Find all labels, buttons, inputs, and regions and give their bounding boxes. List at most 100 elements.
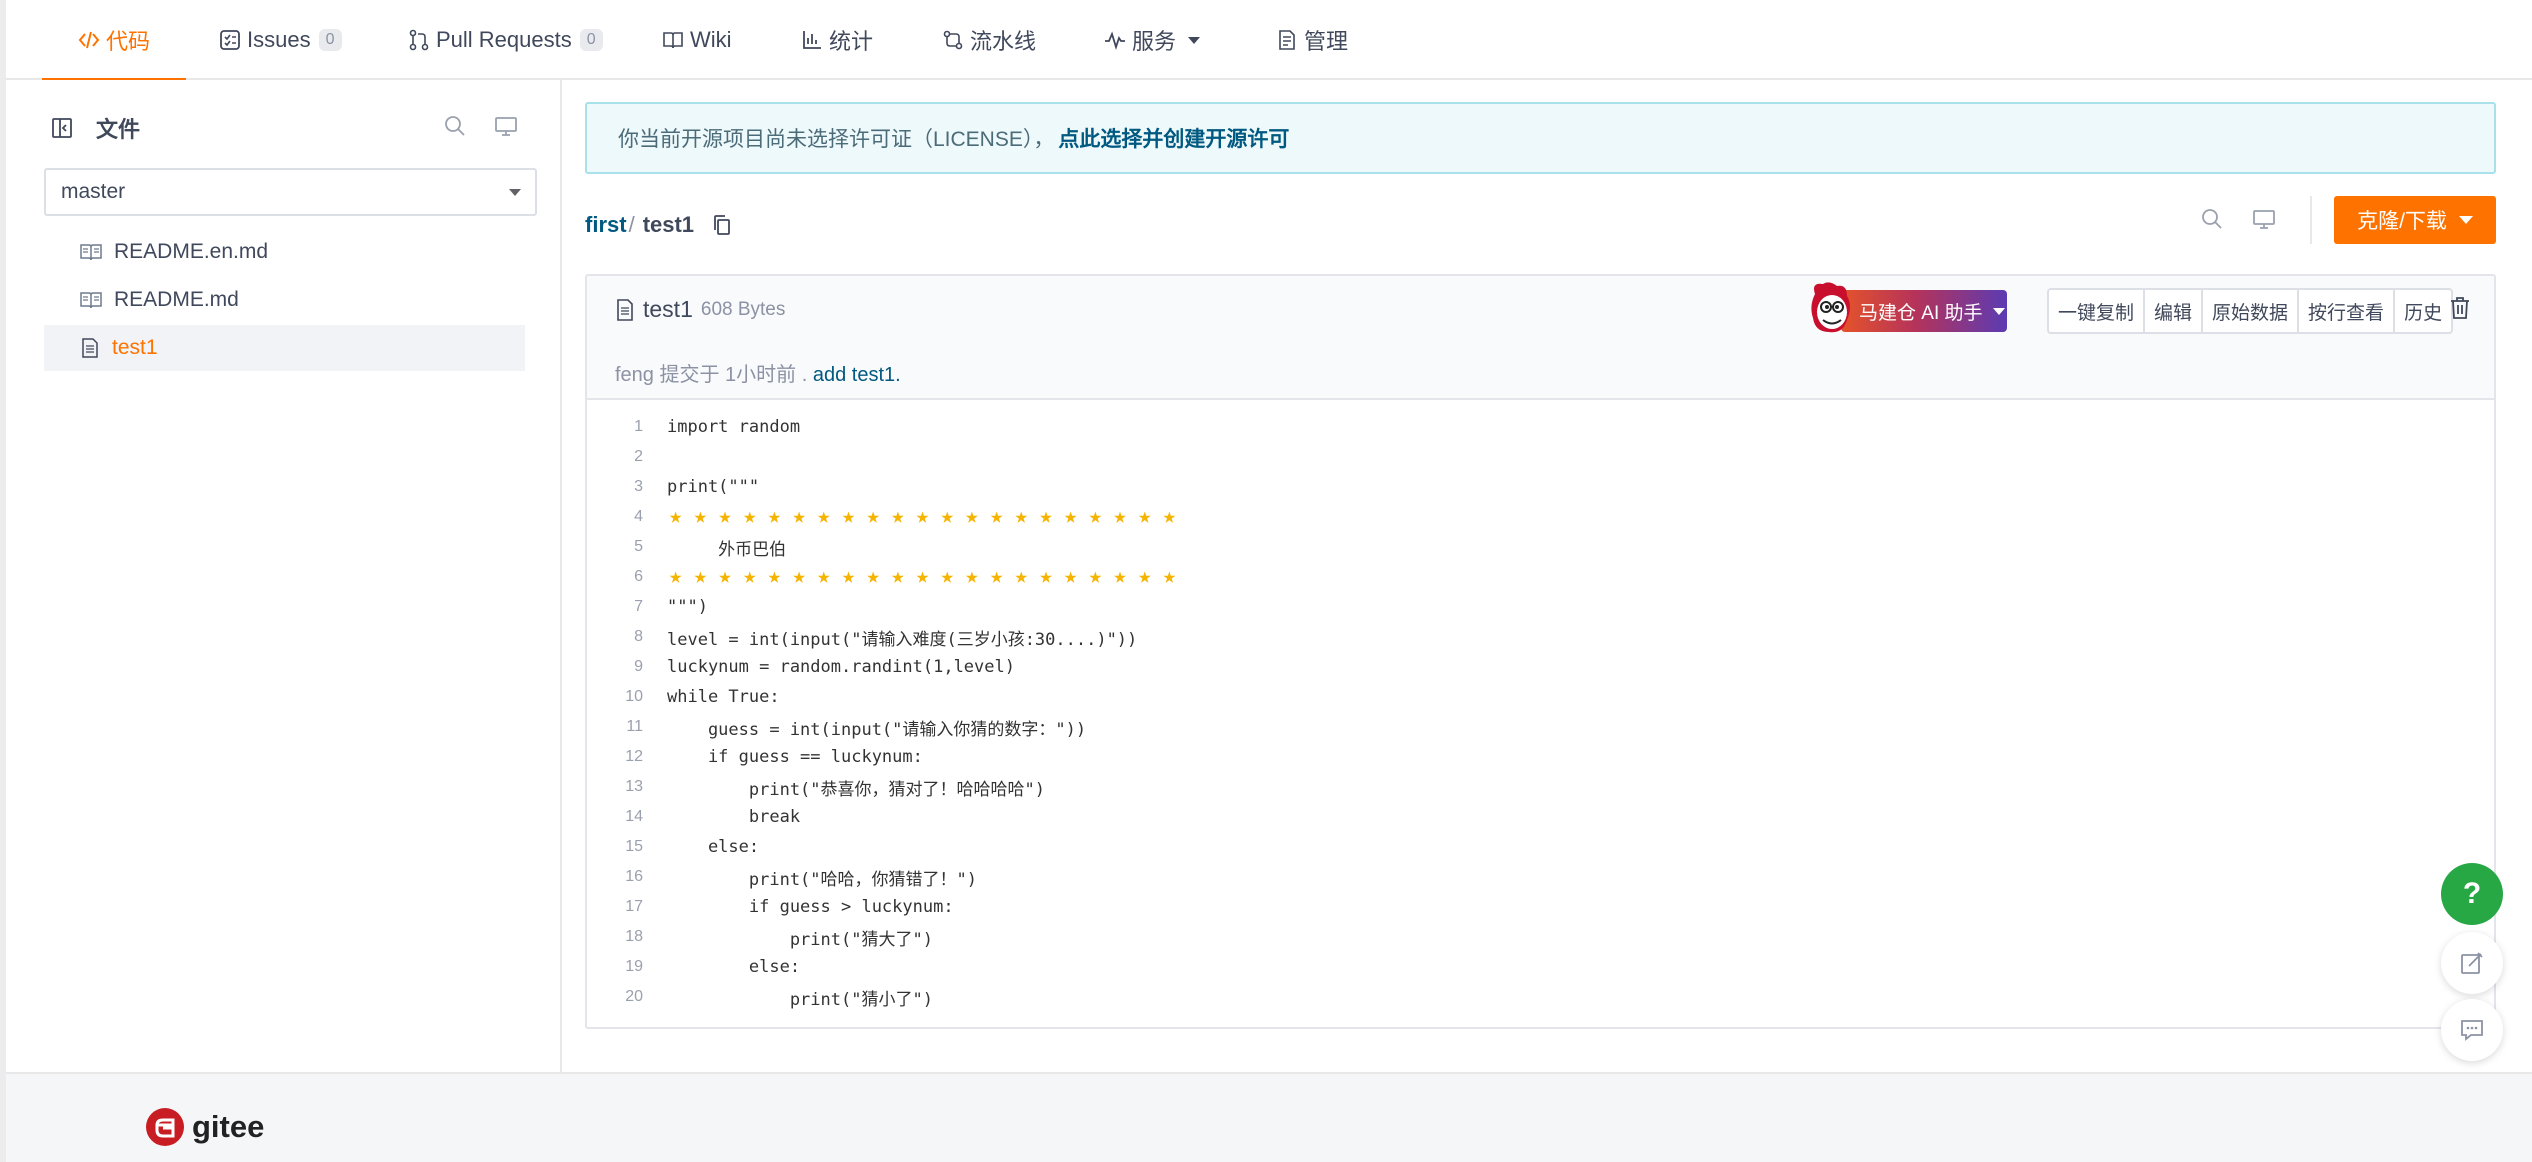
footer: gitee [6,1072,2532,1162]
star-icon: ★ [1162,504,1176,529]
line-number[interactable]: 4 [587,508,643,526]
code-text: print("猜大了") [667,929,933,950]
monitor-icon[interactable] [2252,207,2276,236]
tab-manage[interactable]: 管理 [1276,0,1348,80]
star-icon: ★ [1113,564,1127,589]
star-icon: ★ [965,564,979,589]
line-number[interactable]: 10 [587,688,643,706]
file-header: test1 608 Bytes 马建仓 AI 助手 一键复制 编辑 原始数据 按 [587,276,2494,400]
tab-pull-requests[interactable]: Pull Requests 0 [408,0,603,80]
feedback-edit-button[interactable] [2441,932,2503,994]
code-text: guess = int(input("请输入你猜的数字：")) [667,719,1087,740]
line-number[interactable]: 3 [587,478,643,496]
tab-code[interactable]: 代码 [42,0,187,82]
help-button[interactable]: ? [2441,863,2503,925]
file-action-group: 一键复制 编辑 原始数据 按行查看 历史 [2047,288,2454,334]
copy-path-icon[interactable] [712,214,732,236]
commit-message-link[interactable]: add test1. [813,364,901,386]
star-icon: ★ [1113,504,1127,529]
file-tree-item[interactable]: README.en.md [44,229,525,275]
file-size: 608 Bytes [700,298,786,320]
line-number[interactable]: 11 [587,718,643,736]
line-number[interactable]: 2 [587,448,643,466]
trash-icon[interactable] [2449,296,2471,325]
code-line: 3 print(""" [587,472,2494,502]
star-icon: ★ [1162,564,1176,589]
code-line: 12 if guess == luckynum: [587,742,2494,772]
tab-pipeline[interactable]: 流水线 [942,0,1036,80]
code-text: print("恭喜你，猜对了！哈哈哈哈") [667,779,1045,800]
star-icon: ★ [693,504,707,529]
line-number[interactable]: 13 [587,778,643,796]
search-icon[interactable] [2200,207,2224,236]
tab-label: Issues [247,27,311,52]
star-icon: ★ [989,504,1004,529]
line-number[interactable]: 17 [587,898,643,916]
star-icon: ★ [1138,504,1152,529]
line-number[interactable]: 18 [587,928,643,946]
pulse-icon [1104,29,1126,51]
file-tree-item[interactable]: README.md [44,277,525,323]
raw-button[interactable]: 原始数据 [2203,290,2300,332]
ai-assistant-label: 马建仓 AI 助手 [1859,302,1983,324]
code-text: 外币巴伯 [667,539,787,560]
collapse-sidebar-icon[interactable] [50,116,74,140]
star-icon: ★ [1064,504,1078,529]
gitee-logo[interactable]: gitee [146,1108,264,1146]
chevron-down-icon [1188,36,1201,44]
line-number[interactable]: 15 [587,838,643,856]
search-icon[interactable] [443,114,467,143]
commit-author[interactable]: feng [615,364,654,386]
code-line: 17 if guess > luckynum: [587,892,2494,922]
star-icon: ★ [718,504,732,529]
breadcrumb-repo-link[interactable]: first [585,212,627,238]
license-text: 你当前开源项目尚未选择许可证（LICENSE）， [618,128,1055,151]
line-number[interactable]: 8 [587,628,643,646]
clone-download-button[interactable]: 克隆/下载 [2334,196,2496,244]
line-number[interactable]: 5 [587,538,643,556]
file-title: test1 608 Bytes [615,296,785,323]
tab-issues[interactable]: Issues 0 [219,0,342,80]
star-icon: ★ [1064,564,1078,589]
gitee-logo-icon [146,1108,184,1146]
monitor-icon[interactable] [494,114,518,143]
file-tree-item-active[interactable]: test1 [44,325,525,371]
chat-button[interactable] [2441,999,2503,1061]
history-button[interactable]: 历史 [2395,290,2451,332]
ai-assistant-button[interactable]: 马建仓 AI 助手 [1807,282,2007,334]
line-number[interactable]: 7 [587,598,643,616]
star-icon: ★ [940,504,954,529]
star-icon: ★ [841,564,856,589]
code-line: 8 level = int(input("请输入难度(三岁小孩:30....)")… [587,622,2494,652]
star-icon: ★ [841,504,856,529]
code-text: if guess == luckynum: [667,747,923,767]
sidebar-header: 文件 [50,112,140,144]
branch-select[interactable]: master [44,168,537,216]
edit-button[interactable]: 编辑 [2145,290,2204,332]
code-line: 20 print("猜小了") [587,982,2494,1012]
star-row: ★ ★ ★ ★ ★ ★ ★ ★ ★ ★ ★ ★ ★ ★ ★ ★ ★ ★ ★ ★ ★ [669,502,1187,532]
blame-button[interactable]: 按行查看 [2299,290,2396,332]
line-number[interactable]: 20 [587,988,643,1006]
code-line: 10 while True: [587,682,2494,712]
tab-wiki[interactable]: Wiki [662,0,732,80]
code-text: """) [667,597,708,617]
line-number[interactable]: 16 [587,868,643,886]
star-row: ★ ★ ★ ★ ★ ★ ★ ★ ★ ★ ★ ★ ★ ★ ★ ★ ★ ★ ★ ★ ★ [669,562,1187,592]
create-license-link[interactable]: 点此选择并创建开源许可 [1058,123,1289,153]
star-icon: ★ [767,564,781,589]
line-number[interactable]: 14 [587,808,643,826]
line-number[interactable]: 19 [587,958,643,976]
pipeline-icon [942,29,964,51]
line-number[interactable]: 1 [587,418,643,436]
copy-all-button[interactable]: 一键复制 [2049,290,2146,332]
tab-stats[interactable]: 统计 [801,0,873,80]
star-icon: ★ [989,564,1004,589]
star-icon: ★ [743,564,757,589]
line-number[interactable]: 9 [587,658,643,676]
line-number[interactable]: 6 [587,568,643,586]
tab-services[interactable]: 服务 [1104,0,1201,80]
star-icon: ★ [866,564,880,589]
tab-label: 流水线 [970,29,1037,54]
line-number[interactable]: 12 [587,748,643,766]
